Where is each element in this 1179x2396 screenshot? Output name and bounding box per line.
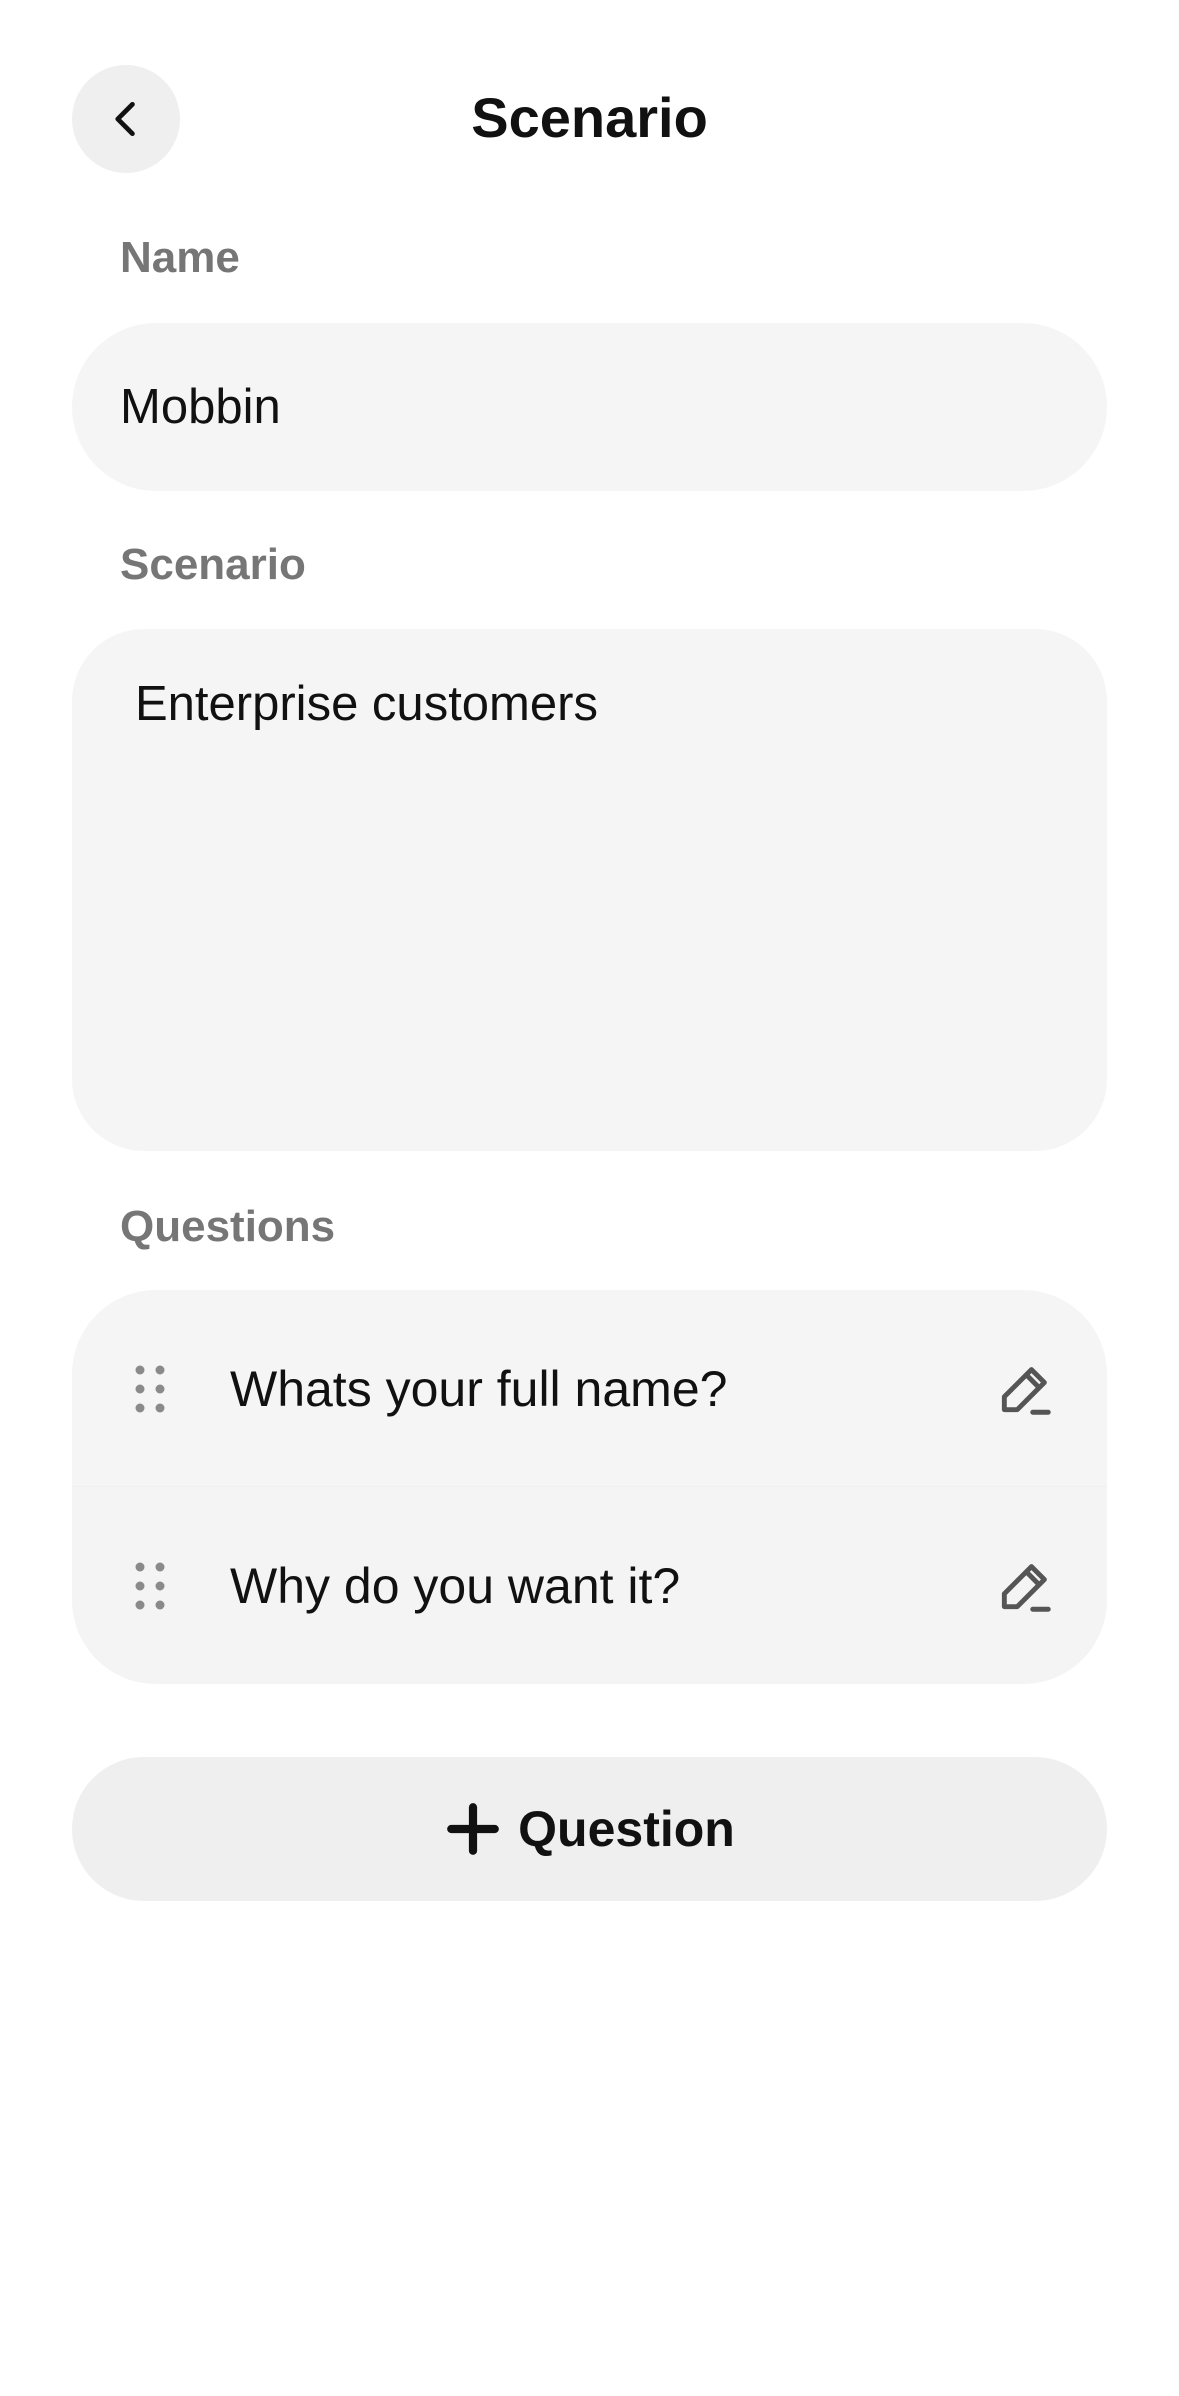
questions-list: Whats your full name? Why do you want it… <box>72 1290 1107 1684</box>
pencil-icon <box>1001 1563 1051 1612</box>
page-title: Scenario <box>471 86 708 149</box>
scenario-label: Scenario <box>120 540 306 589</box>
question-text: Why do you want it? <box>230 1557 681 1614</box>
question-text: Whats your full name? <box>230 1360 728 1417</box>
name-label: Name <box>120 233 240 282</box>
question-item[interactable]: Why do you want it? <box>72 1487 1107 1684</box>
name-input[interactable] <box>72 323 1107 491</box>
add-question-label: Question <box>518 1801 735 1857</box>
edit-question-button[interactable] <box>990 1354 1060 1424</box>
edit-question-button[interactable] <box>990 1551 1060 1621</box>
drag-handle-icon[interactable] <box>132 1560 168 1612</box>
questions-label: Questions <box>120 1202 336 1251</box>
drag-handle-icon[interactable] <box>132 1363 168 1415</box>
plus-icon <box>444 1800 502 1858</box>
add-question-button[interactable]: Question <box>72 1757 1107 1901</box>
pencil-icon <box>1001 1366 1051 1415</box>
header: Scenario <box>0 0 1179 236</box>
scenario-input[interactable]: Enterprise customers <box>72 629 1107 1151</box>
question-item[interactable]: Whats your full name? <box>72 1290 1107 1487</box>
